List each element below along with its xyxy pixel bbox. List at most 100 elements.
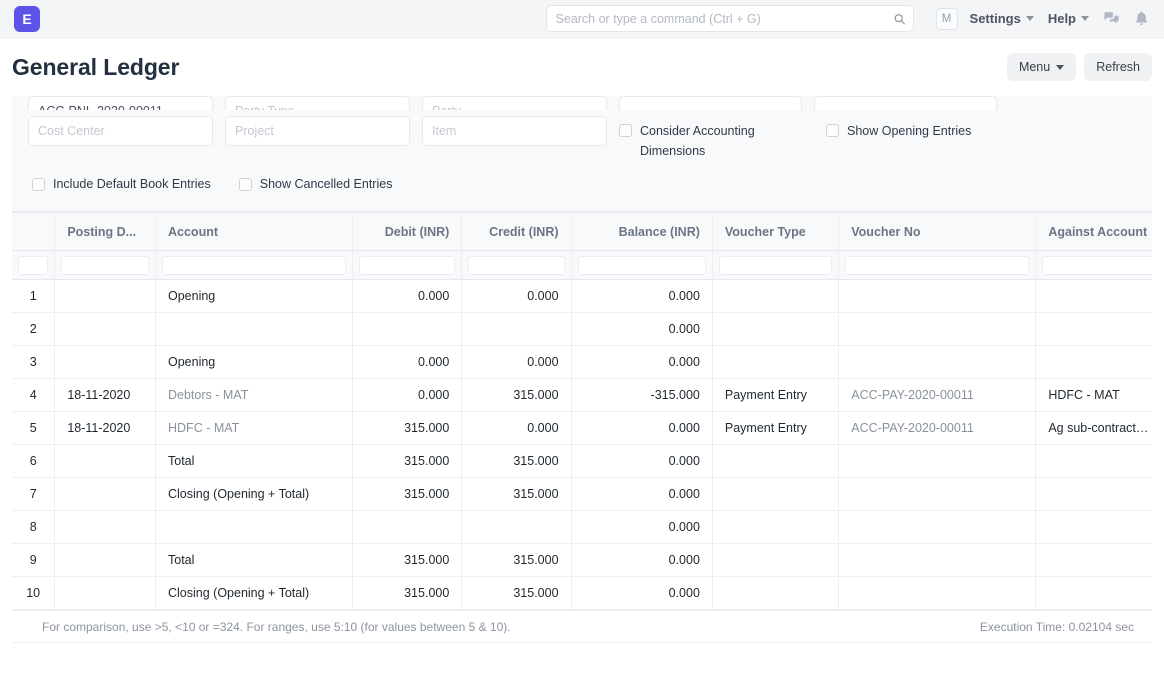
consider-accounting-dimensions-label: Consider Accounting Dimensions (640, 121, 794, 161)
table-row[interactable]: 20.000 (12, 313, 1152, 346)
table-row[interactable]: 10Closing (Opening + Total)315.000315.00… (12, 577, 1152, 610)
nav-help[interactable]: Help (1048, 11, 1089, 26)
table-row[interactable]: 3Opening0.0000.0000.000 (12, 346, 1152, 379)
show-cancelled-entries-checkbox[interactable] (239, 178, 252, 191)
cell-voucher_no[interactable]: ACC-PAY-2020-00011 (839, 379, 1036, 412)
cell-voucher_type: Payment Entry (712, 412, 838, 445)
column-header-voucher_type[interactable]: Voucher Type (712, 213, 838, 251)
column-header-account[interactable]: Account (156, 213, 353, 251)
cell-balance: 0.000 (571, 577, 712, 610)
column-filter-cell-account[interactable] (156, 251, 353, 280)
top-navbar: E M Settings Help (0, 0, 1164, 38)
checkbox-consider-accounting-dimensions[interactable]: Consider Accounting Dimensions (619, 116, 794, 161)
cell-account (156, 313, 353, 346)
table-row[interactable]: 7Closing (Opening + Total)315.000315.000… (12, 478, 1152, 511)
column-filter-input-against_account[interactable] (1042, 256, 1152, 275)
cell-debit: 315.000 (353, 445, 462, 478)
chat-icon[interactable] (1103, 10, 1120, 27)
cell-credit: 0.000 (462, 412, 571, 445)
table-row[interactable]: 6Total315.000315.0000.000 (12, 445, 1152, 478)
column-filter-cell-against_account[interactable] (1036, 251, 1152, 280)
search-input[interactable] (546, 5, 914, 32)
checkbox-show-opening-entries[interactable]: Show Opening Entries (826, 116, 1001, 141)
filter-party-type[interactable] (225, 96, 410, 110)
page-title: General Ledger (12, 54, 179, 81)
column-filter-input-credit[interactable] (468, 256, 564, 275)
cell-voucher_type (712, 313, 838, 346)
column-filter-input-account[interactable] (162, 256, 346, 275)
cell-credit: 315.000 (462, 478, 571, 511)
column-filter-input-debit[interactable] (359, 256, 455, 275)
table-row[interactable]: 9Total315.000315.0000.000 (12, 544, 1152, 577)
menu-button[interactable]: Menu (1007, 53, 1076, 81)
table-row[interactable]: 418-11-2020Debtors - MAT0.000315.000-315… (12, 379, 1152, 412)
cell-voucher_no (839, 313, 1036, 346)
column-filter-input-idx[interactable] (18, 256, 48, 275)
column-header-idx[interactable] (12, 213, 55, 251)
checkbox-show-cancelled-entries[interactable]: Show Cancelled Entries (239, 169, 393, 199)
cell-posting_date (55, 577, 156, 610)
table-row[interactable]: 80.000 (12, 511, 1152, 544)
filter-extra-2[interactable] (814, 96, 997, 110)
cell-credit (462, 511, 571, 544)
filter-cost-center[interactable] (28, 116, 213, 146)
chevron-down-icon (1026, 16, 1034, 21)
column-filter-cell-balance[interactable] (571, 251, 712, 280)
filter-project[interactable] (225, 116, 410, 146)
column-filter-cell-voucher_type[interactable] (712, 251, 838, 280)
bell-icon[interactable] (1133, 10, 1150, 27)
account-link[interactable]: HDFC - MAT (168, 421, 239, 435)
refresh-button[interactable]: Refresh (1084, 53, 1152, 81)
cell-debit: 315.000 (353, 478, 462, 511)
column-filter-cell-credit[interactable] (462, 251, 571, 280)
column-filter-input-voucher_type[interactable] (719, 256, 832, 275)
cell-account[interactable]: HDFC - MAT (156, 412, 353, 445)
search-icon[interactable] (893, 12, 906, 25)
column-filter-input-posting_date[interactable] (61, 256, 149, 275)
filter-item[interactable] (422, 116, 607, 146)
column-filter-cell-debit[interactable] (353, 251, 462, 280)
table-row[interactable]: 1Opening0.0000.0000.000 (12, 280, 1152, 313)
consider-accounting-dimensions-checkbox[interactable] (619, 124, 632, 137)
filter-party[interactable] (422, 96, 607, 110)
cell-against_account (1036, 511, 1152, 544)
column-header-balance[interactable]: Balance (INR) (571, 213, 712, 251)
chevron-down-icon (1081, 16, 1089, 21)
filter-extra-1[interactable] (619, 96, 802, 110)
datatable-column-filter-row (12, 251, 1152, 280)
checkbox-include-default-book-entries[interactable]: Include Default Book Entries (32, 169, 211, 199)
account-link[interactable]: Debtors - MAT (168, 388, 248, 402)
nav-settings[interactable]: Settings (970, 11, 1034, 26)
app-logo[interactable]: E (14, 6, 40, 32)
column-header-against_account[interactable]: Against Account (1036, 213, 1152, 251)
column-header-debit[interactable]: Debit (INR) (353, 213, 462, 251)
column-header-voucher_no[interactable]: Voucher No (839, 213, 1036, 251)
cell-account[interactable]: Debtors - MAT (156, 379, 353, 412)
cell-credit (462, 313, 571, 346)
filter-voucher-no[interactable] (28, 96, 213, 110)
column-filter-cell-posting_date[interactable] (55, 251, 156, 280)
filter-hint-text: For comparison, use >5, <10 or =324. For… (42, 620, 511, 634)
cell-credit: 315.000 (462, 544, 571, 577)
cell-account (156, 511, 353, 544)
column-filter-cell-idx[interactable] (12, 251, 55, 280)
column-filter-input-balance[interactable] (578, 256, 706, 275)
cell-debit: 0.000 (353, 346, 462, 379)
include-default-book-entries-checkbox[interactable] (32, 178, 45, 191)
column-filter-cell-voucher_no[interactable] (839, 251, 1036, 280)
show-opening-entries-checkbox[interactable] (826, 124, 839, 137)
show-cancelled-entries-label: Show Cancelled Entries (260, 169, 393, 199)
table-row[interactable]: 518-11-2020HDFC - MAT315.0000.0000.000Pa… (12, 412, 1152, 445)
cell-voucher_no (839, 445, 1036, 478)
column-filter-input-voucher_no[interactable] (845, 256, 1029, 275)
cell-against_account (1036, 445, 1152, 478)
cell-voucher_no[interactable]: ACC-PAY-2020-00011 (839, 412, 1036, 445)
voucher-link[interactable]: ACC-PAY-2020-00011 (851, 388, 974, 402)
chevron-down-icon (1056, 65, 1064, 70)
column-header-credit[interactable]: Credit (INR) (462, 213, 571, 251)
report-datatable[interactable]: Posting D...AccountDebit (INR)Credit (IN… (12, 212, 1152, 611)
voucher-link[interactable]: ACC-PAY-2020-00011 (851, 421, 974, 435)
avatar[interactable]: M (936, 8, 958, 30)
cell-account: Total (156, 544, 353, 577)
column-header-posting_date[interactable]: Posting D... (55, 213, 156, 251)
